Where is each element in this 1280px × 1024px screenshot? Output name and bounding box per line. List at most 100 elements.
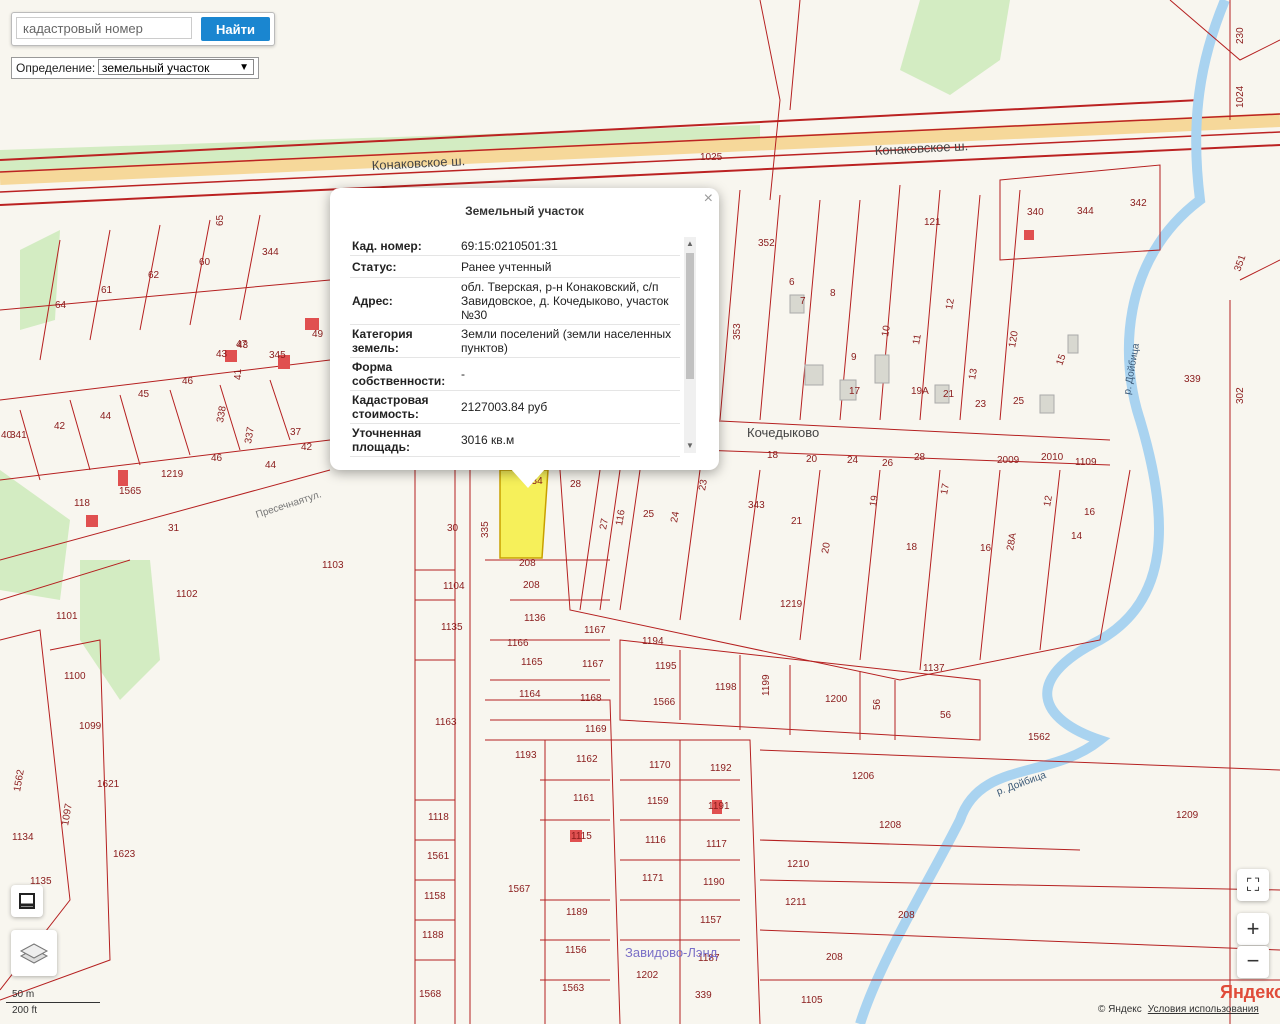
parcel-info-popup: × Земельный участок Кад. номер: 69:15:021… <box>330 188 719 488</box>
popup-scrollbar[interactable]: ▲ ▼ <box>684 237 696 453</box>
parcel-number: 335 <box>480 521 491 538</box>
parcel-number: 345 <box>269 350 286 361</box>
parcel-number: 1568 <box>419 989 442 1000</box>
parcel-number: 1167 <box>582 659 604 670</box>
road-label: Завидово-Лэнд <box>625 945 718 960</box>
search-input[interactable] <box>16 17 192 39</box>
table-row: Кад. номер: 69:15:0210501:31 <box>350 237 680 256</box>
zoom-in-button[interactable]: + <box>1237 913 1269 945</box>
row-value: 69:15:0210501:31 <box>459 237 680 256</box>
parcel-number: 6 <box>789 277 795 288</box>
search-button[interactable]: Найти <box>201 17 270 41</box>
parcel-number: 28А <box>1005 532 1019 552</box>
parcel-number: 338 <box>215 405 229 424</box>
parcel-number: 2010 <box>1041 452 1064 463</box>
parcel-number: 1200 <box>825 694 848 705</box>
parcel-number: 14 <box>1071 531 1083 542</box>
layers-icon <box>19 943 49 964</box>
parcel-number: 1159 <box>647 796 669 807</box>
parcel-number: 1188 <box>422 930 444 941</box>
parcel-number: 1211 <box>785 897 807 908</box>
parcel-number: 37 <box>290 427 302 438</box>
definition-select[interactable]: земельный участок ▼ <box>98 59 254 75</box>
fullscreen-button[interactable]: ⛶ <box>1237 869 1269 901</box>
parcel-number: 24 <box>847 455 859 466</box>
layers-button[interactable] <box>11 930 57 976</box>
parcel-number: 1567 <box>508 884 531 895</box>
parcel-number: 49 <box>312 329 324 340</box>
parcel-number: 9 <box>851 352 857 363</box>
row-value: - <box>459 357 680 391</box>
row-key: Уточненная площадь: <box>350 423 459 457</box>
parcel-number: 1170 <box>649 760 671 771</box>
zoom-out-button[interactable]: − <box>1237 946 1269 978</box>
scrollbar-thumb[interactable] <box>686 253 694 379</box>
parcel-number: 40 <box>1 430 13 441</box>
parcel-number: 1166 <box>507 638 529 649</box>
copyright-text: © Яндекс <box>1098 1004 1142 1015</box>
parcel-number: 23 <box>975 399 987 410</box>
scale-bar: 50 m 200 ft <box>6 988 102 1018</box>
parcel-number: 1192 <box>710 763 732 774</box>
parcel-number: 341 <box>10 430 27 441</box>
row-value: обл. Тверская, р-н Конаковский, с/п Зави… <box>459 277 680 325</box>
ruler-button[interactable] <box>11 885 43 917</box>
popup-tip <box>510 468 546 488</box>
parcel-number: 1168 <box>580 693 602 704</box>
parcel-number: 44 <box>100 411 112 422</box>
row-value: 3016 кв.м <box>459 423 680 457</box>
parcel-number: 208 <box>519 558 536 569</box>
parcel-number: 65 <box>215 214 226 226</box>
road-label: Кочедыково <box>747 425 819 440</box>
parcel-number: 18 <box>906 542 918 553</box>
map-canvas[interactable]: 230 1024 351 340 344 342 121 352 67 8 9 10 11 12 13 120… <box>0 0 1280 1024</box>
parcel-number: 1191 <box>708 801 730 812</box>
parcel-number: 342 <box>1130 198 1147 209</box>
parcel-number: 20 <box>820 541 833 554</box>
scroll-up-icon[interactable]: ▲ <box>686 239 694 248</box>
parcel-number: 24 <box>669 510 682 523</box>
parcel-number: 1136 <box>524 613 546 624</box>
parcel-number: 43 <box>237 340 249 351</box>
definition-selected-value: земельный участок <box>102 61 210 75</box>
parcel-number: 25 <box>643 509 655 520</box>
scroll-down-icon[interactable]: ▼ <box>686 441 694 450</box>
parcel-number: 1116 <box>645 835 666 846</box>
parcel-number: 1623 <box>113 849 136 860</box>
parcel-number: 343 <box>748 500 765 511</box>
road-label: 1025 <box>700 152 723 163</box>
parcel-number: 43 <box>216 349 228 360</box>
row-key: Кад. номер: <box>350 237 459 256</box>
parcel-number: 64 <box>55 300 67 311</box>
parcel-number: 1161 <box>573 793 595 804</box>
parcel-number: 42 <box>54 421 66 432</box>
parcel-number: 11 <box>911 333 924 346</box>
parcel-number: 337 <box>243 426 257 445</box>
parcel-number: 1163 <box>435 717 457 728</box>
parcel-number: 1104 <box>443 581 465 592</box>
parcel-number: 26 <box>882 458 894 469</box>
parcel-number: 25 <box>1013 396 1025 407</box>
parcel-number: 1103 <box>322 560 344 571</box>
parcel-number: 1024 <box>1235 85 1246 108</box>
parcel-number: 120 <box>1007 330 1021 349</box>
parcel-number: 1208 <box>879 820 902 831</box>
yandex-logo: Яндекс <box>1220 982 1280 1002</box>
parcel-number: 2009 <box>997 455 1020 466</box>
parcel-number: 1561 <box>427 851 450 862</box>
copyright: © Яндекс Условия использования <box>1098 1004 1259 1015</box>
scale-metric: 50 m <box>12 989 35 1000</box>
parcel-number: 28 <box>570 479 582 490</box>
parcel-number: 1562 <box>12 768 27 792</box>
popup-title: Земельный участок <box>465 204 584 218</box>
terms-link[interactable]: Условия использования <box>1148 1004 1259 1015</box>
parcel-number: 208 <box>898 910 915 921</box>
parcel-number: 1566 <box>653 697 676 708</box>
table-row: Адрес: обл. Тверская, р-н Конаковский, с/… <box>350 277 680 325</box>
parcel-number: 1563 <box>562 983 585 994</box>
parcel-number: 17 <box>939 482 952 495</box>
parcel-number: 1101 <box>56 611 78 622</box>
parcel-number: 1118 <box>428 812 449 823</box>
parcel-number: 1198 <box>715 682 737 693</box>
parcel-number: 1165 <box>521 657 543 668</box>
